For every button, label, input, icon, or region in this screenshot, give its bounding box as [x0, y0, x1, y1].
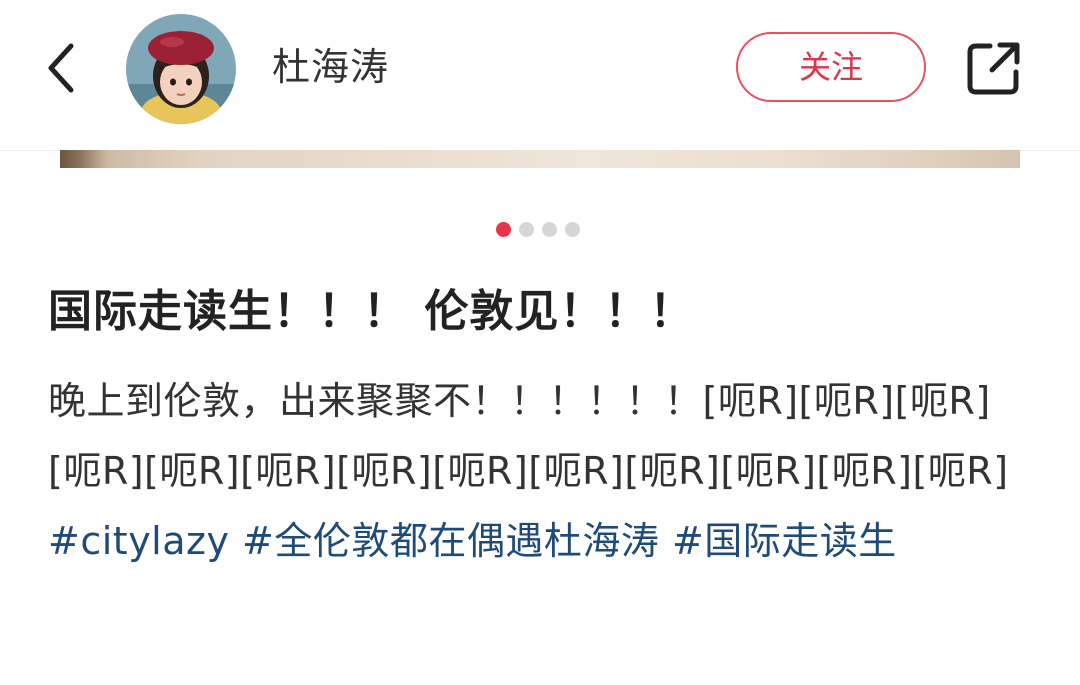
carousel-dot[interactable]	[496, 222, 511, 237]
top-bar: 杜海涛 关注	[0, 0, 1080, 151]
follow-button[interactable]: 关注	[736, 32, 926, 102]
post-title: 国际走读生！！！ 伦敦见！！！	[48, 286, 695, 337]
chevron-left-icon	[48, 43, 74, 93]
hashtag-link[interactable]: #国际走读生	[672, 519, 897, 563]
post-text: 晚上到伦敦，出来聚聚不！！！！！！[呃R][呃R][呃R][呃R][呃R][呃R…	[48, 379, 1009, 493]
post-image[interactable]	[60, 150, 1020, 168]
avatar[interactable]	[126, 14, 236, 124]
share-button[interactable]	[962, 36, 1026, 100]
share-external-icon	[967, 42, 1020, 95]
post-body: 晚上到伦敦，出来聚聚不！！！！！！[呃R][呃R][呃R][呃R][呃R][呃R…	[48, 366, 1038, 576]
carousel-indicator	[496, 222, 580, 238]
username[interactable]: 杜海涛	[272, 42, 389, 92]
avatar-image	[126, 14, 236, 124]
hashtag-link[interactable]: #citylazy	[48, 519, 242, 563]
hashtag-link[interactable]: #全伦敦都在偶遇杜海涛	[242, 519, 672, 563]
carousel-dot[interactable]	[565, 222, 580, 237]
carousel-dot[interactable]	[519, 222, 534, 237]
carousel-dot[interactable]	[542, 222, 557, 237]
back-button[interactable]	[36, 36, 86, 100]
